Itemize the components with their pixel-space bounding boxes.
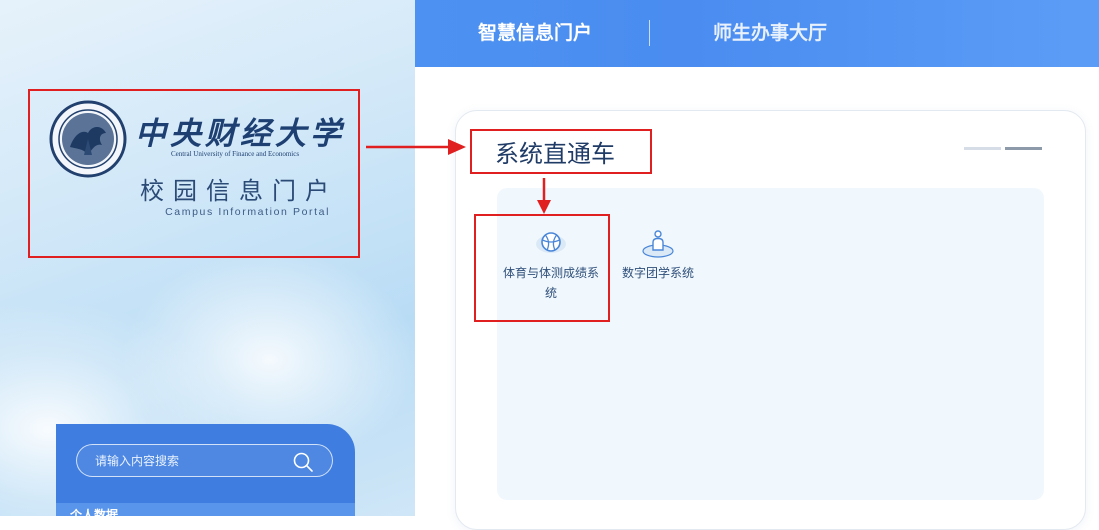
arrow-right-icon	[366, 139, 466, 155]
arrow-down-icon	[537, 178, 551, 214]
annotation-arrows	[366, 139, 551, 214]
